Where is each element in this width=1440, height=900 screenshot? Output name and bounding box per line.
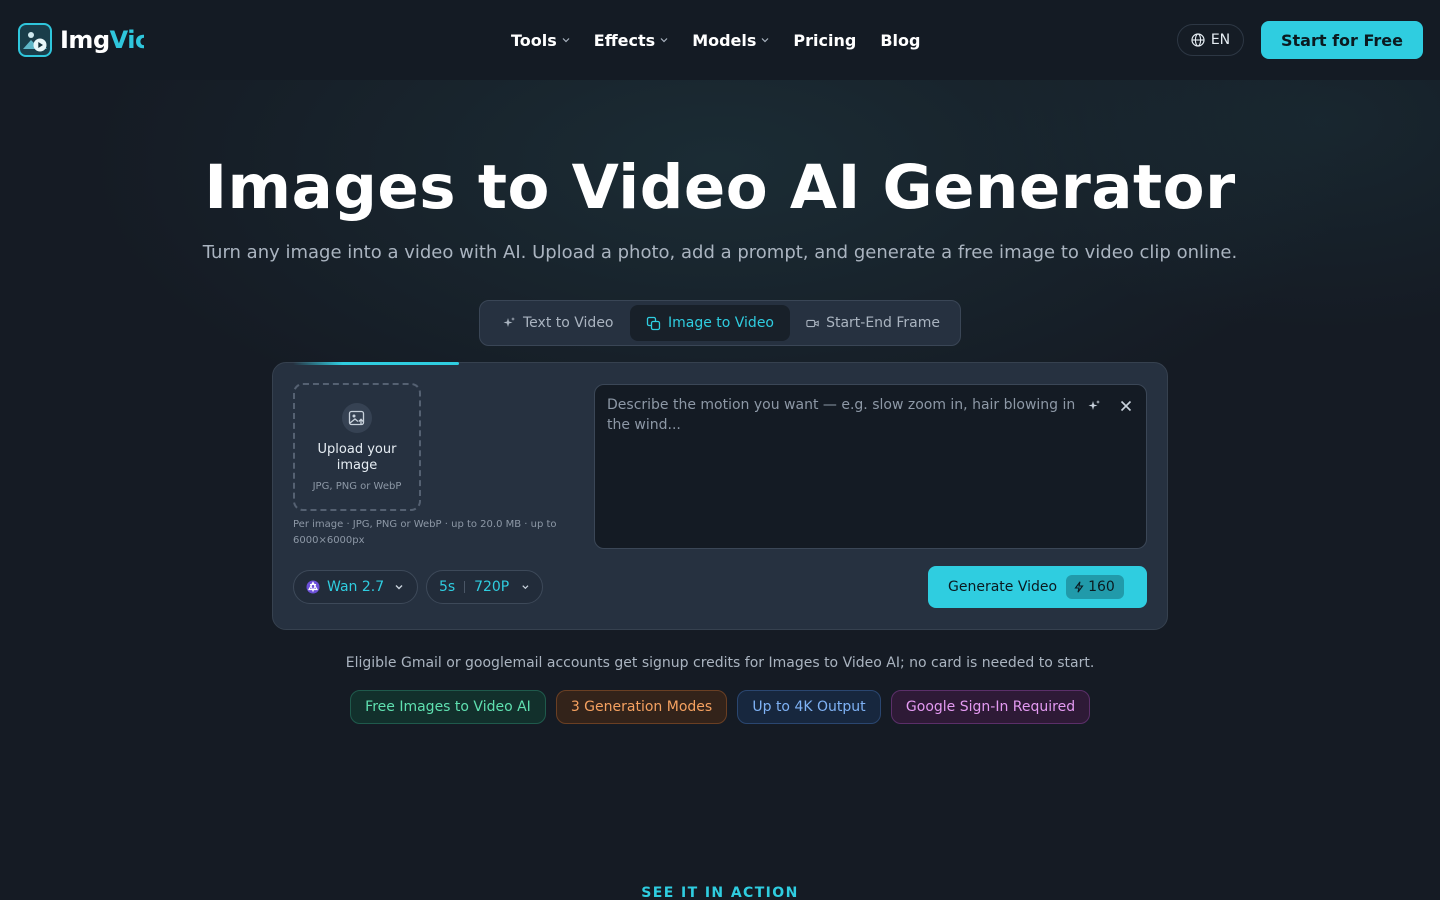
- upload-format-hint: JPG, PNG or WebP: [312, 481, 402, 492]
- generation-mode-tabs: Text to Video Image to Video Start-End F…: [479, 300, 961, 346]
- tab-start-end-frame[interactable]: Start-End Frame: [790, 305, 956, 341]
- page-subtitle: Turn any image into a video with AI. Upl…: [202, 242, 1238, 263]
- upload-image-icon: [342, 403, 372, 433]
- prompt-container: [594, 384, 1147, 549]
- sparkle-icon: [1088, 400, 1100, 410]
- chevron-down-icon: [522, 585, 529, 590]
- nav-blog[interactable]: Blog: [880, 31, 920, 50]
- feature-badge: Google Sign-In Required: [891, 690, 1090, 724]
- logo-icon: [18, 23, 52, 57]
- nav-tools[interactable]: Tools: [511, 31, 570, 50]
- feature-badge: Up to 4K Output: [737, 690, 881, 724]
- feature-badge: 3 Generation Modes: [556, 690, 727, 724]
- model-logo-icon: [306, 580, 320, 594]
- nav-effects[interactable]: Effects: [594, 31, 668, 50]
- chevron-down-icon: [562, 38, 570, 43]
- upload-requirements-note: Per image · JPG, PNG or WebP · up to 20.…: [293, 519, 557, 546]
- chevron-down-icon: [395, 585, 403, 590]
- model-selector[interactable]: Wan 2.7: [293, 570, 418, 604]
- sparkle-icon: [503, 317, 515, 327]
- credit-cost: 160: [1088, 579, 1115, 595]
- feature-badge: Free Images to Video AI: [350, 690, 546, 724]
- globe-icon: [1191, 33, 1205, 47]
- eligibility-note: Eligible Gmail or googlemail accounts ge…: [345, 655, 1095, 671]
- duration-label: 5s: [439, 579, 456, 595]
- video-camera-icon: [806, 319, 819, 327]
- image-upload-dropzone[interactable]: Upload your image JPG, PNG or WebP: [293, 383, 421, 511]
- duration-resolution-selector[interactable]: 5s 720P: [426, 570, 543, 604]
- resolution-label: 720P: [474, 579, 510, 595]
- main-nav: Tools Effects Models Pricing Blog: [511, 28, 944, 52]
- generator-card: Upload your image JPG, PNG or WebP Per i…: [272, 362, 1168, 630]
- credit-cost-badge: 160: [1066, 575, 1124, 599]
- upload-title: Upload your image: [317, 442, 397, 473]
- generate-video-button[interactable]: Generate Video 160: [928, 566, 1147, 608]
- nav-models[interactable]: Models: [692, 31, 769, 50]
- start-for-free-button[interactable]: Start for Free: [1261, 21, 1423, 59]
- tab-text-to-video[interactable]: Text to Video: [484, 305, 630, 341]
- clear-prompt-button[interactable]: [1118, 398, 1134, 414]
- enhance-prompt-button[interactable]: [1086, 398, 1102, 414]
- logo[interactable]: ImgVic: [18, 23, 144, 57]
- close-icon: [1120, 400, 1132, 412]
- tab-image-to-video[interactable]: Image to Video: [630, 305, 790, 341]
- nav-pricing[interactable]: Pricing: [793, 31, 856, 50]
- prompt-textarea[interactable]: [607, 395, 1077, 535]
- page-title: Images to Video AI Generator: [204, 152, 1236, 223]
- images-icon: [646, 316, 661, 330]
- chevron-down-icon: [660, 38, 668, 43]
- card-progress-indicator: [293, 362, 459, 365]
- lightning-icon: [1074, 581, 1084, 593]
- site-header: ImgVic Tools Effects Models Pricing Blog…: [0, 0, 1440, 80]
- language-selector[interactable]: EN: [1177, 24, 1244, 56]
- divider: [464, 581, 466, 593]
- generate-label: Generate Video: [948, 579, 1058, 595]
- feature-badges: Free Images to Video AI 3 Generation Mod…: [350, 690, 1090, 724]
- section-eyebrow: SEE IT IN ACTION: [641, 885, 799, 900]
- logo-text: ImgVic: [60, 26, 144, 54]
- model-label: Wan 2.7: [327, 579, 385, 595]
- language-label: EN: [1210, 32, 1231, 48]
- chevron-down-icon: [761, 38, 769, 43]
